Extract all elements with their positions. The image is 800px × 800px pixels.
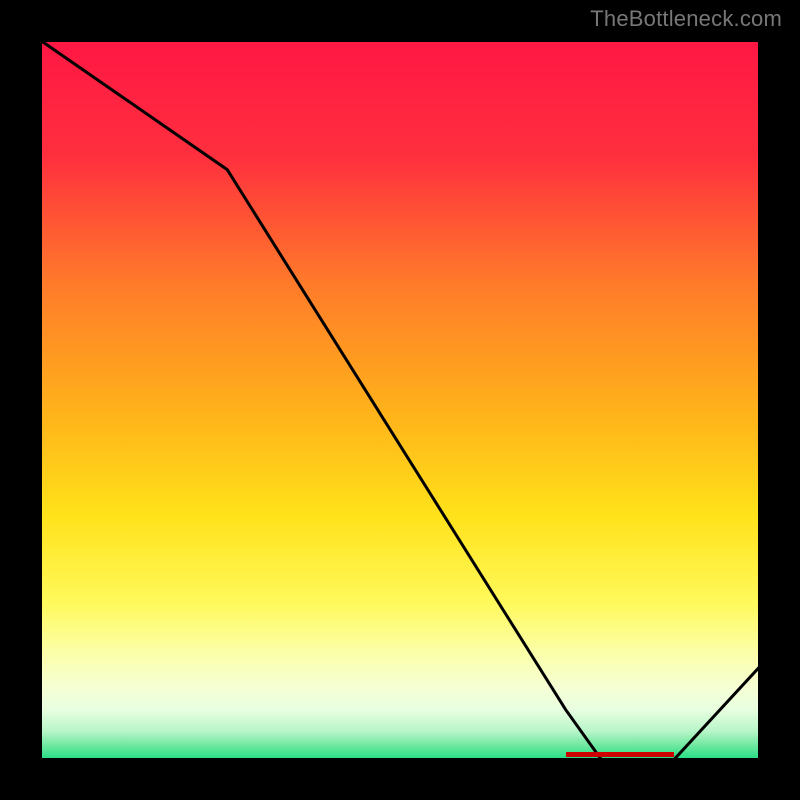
bottleneck-curve xyxy=(40,40,760,760)
attribution-text: TheBottleneck.com xyxy=(590,6,782,32)
bottleneck-line-layer xyxy=(40,40,760,760)
plot-inner xyxy=(40,40,760,760)
recommended-range-marker xyxy=(566,752,674,757)
plot-area xyxy=(40,40,760,760)
